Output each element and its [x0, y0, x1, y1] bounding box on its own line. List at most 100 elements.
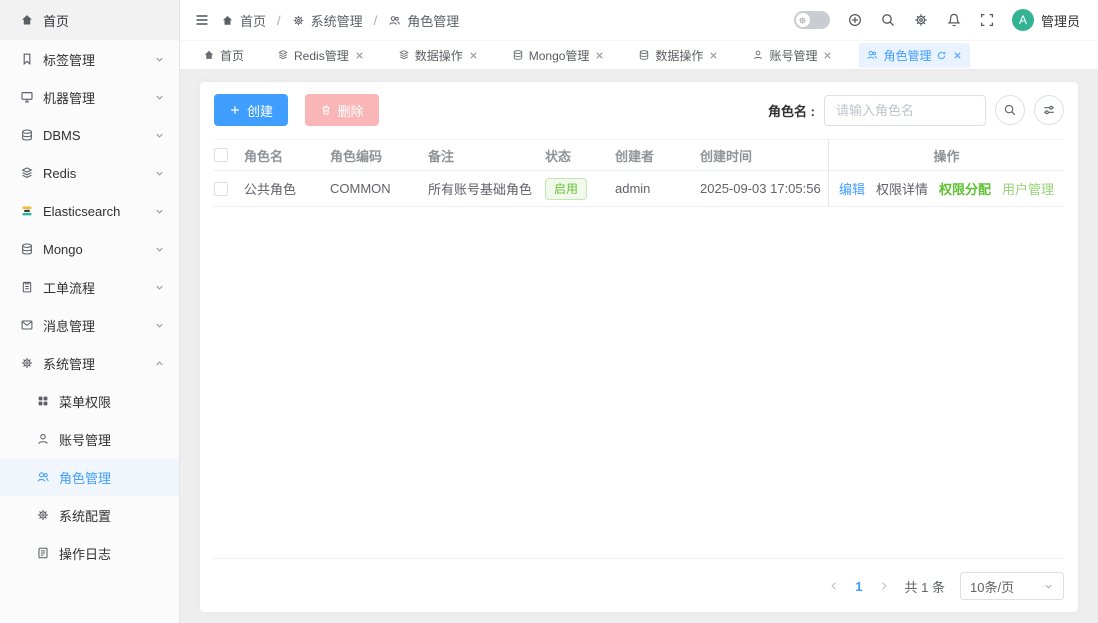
refresh-icon[interactable]: [936, 50, 947, 61]
tab-redis-mgmt[interactable]: Redis管理: [270, 43, 372, 68]
status-cell: 启用: [545, 171, 615, 206]
sidebar-item-home[interactable]: 首页: [0, 0, 179, 40]
sidebar-item-system[interactable]: 系统管理: [0, 344, 179, 382]
tab-roles[interactable]: 角色管理: [859, 42, 971, 68]
page-size-value: 10条/页: [970, 579, 1015, 595]
database-icon: [20, 128, 34, 142]
tab-mongo-mgmt[interactable]: Mongo管理: [505, 43, 613, 68]
permission-detail-link[interactable]: 权限详情: [876, 179, 928, 198]
search-group: 角色名 :: [768, 94, 1064, 126]
breadcrumb-label: 首页: [240, 13, 267, 29]
next-page-button[interactable]: [878, 580, 890, 592]
column-header: 备注: [428, 148, 455, 164]
close-icon[interactable]: [708, 50, 719, 61]
table-row: 公共角色 COMMON 所有账号基础角色 启用 admin 2025-09-03…: [214, 171, 1064, 207]
database-icon: [512, 49, 524, 61]
tab-label: 账号管理: [769, 48, 818, 63]
monitor-icon: [20, 90, 34, 104]
creator-cell: admin: [615, 181, 651, 196]
chevron-down-icon: [154, 168, 165, 179]
search-icon[interactable]: [880, 12, 896, 28]
theme-toggle[interactable]: [793, 11, 830, 29]
tab-accounts[interactable]: 账号管理: [745, 43, 840, 68]
page-number[interactable]: 1: [855, 579, 862, 594]
close-icon[interactable]: [952, 50, 963, 61]
fullscreen-icon[interactable]: [979, 12, 995, 28]
sidebar-item-label: 菜单权限: [59, 394, 112, 410]
sidebar-item-machines[interactable]: 机器管理: [0, 78, 179, 116]
edit-link[interactable]: 编辑: [839, 179, 865, 198]
sidebar-item-redis[interactable]: Redis: [0, 154, 179, 192]
database-icon: [638, 49, 650, 61]
prev-page-button[interactable]: [828, 580, 840, 592]
pagination: 1 共 1 条 10条/页: [214, 559, 1064, 600]
topbar: 首页 / 系统管理 / 角色管理 A 管理员: [180, 0, 1098, 40]
role-name-input[interactable]: [824, 94, 986, 126]
tab-mongo-data[interactable]: 数据操作: [631, 43, 726, 68]
search-icon: [1003, 103, 1017, 117]
select-all-checkbox[interactable]: [214, 148, 228, 162]
tab-home[interactable]: 首页: [196, 43, 251, 68]
close-icon[interactable]: [594, 50, 605, 61]
breadcrumb-label: 系统管理: [310, 13, 363, 29]
tabs-bar: 首页 Redis管理 数据操作 Mongo管理 数据操作 账号管理 角色管理: [180, 40, 1098, 70]
sidebar-item-elasticsearch[interactable]: Elasticsearch: [0, 192, 179, 230]
table-header-row: 角色名 角色编码 备注 状态 创建者 创建时间 操作: [214, 139, 1064, 171]
sidebar-item-workflow[interactable]: 工单流程: [0, 268, 179, 306]
sidebar-item-roles[interactable]: 角色管理: [0, 458, 179, 496]
chevron-down-icon: [154, 130, 165, 141]
breadcrumb-system[interactable]: 系统管理: [292, 11, 363, 30]
row-checkbox[interactable]: [214, 181, 228, 196]
user-menu[interactable]: A 管理员: [1011, 9, 1080, 31]
filter-button[interactable]: [1034, 95, 1064, 125]
column-header: 角色名: [244, 148, 284, 164]
tab-redis-data[interactable]: 数据操作: [391, 43, 486, 68]
chevron-left-icon: [828, 580, 840, 592]
permission-assign-link[interactable]: 权限分配: [939, 179, 991, 198]
sidebar-item-operation-logs[interactable]: 操作日志: [0, 534, 179, 572]
language-icon[interactable]: [847, 12, 863, 28]
close-icon[interactable]: [354, 50, 365, 61]
mail-icon: [20, 318, 34, 332]
theme-toggle-knob: [795, 13, 810, 27]
redis-icon: [398, 49, 410, 61]
tab-label: 首页: [220, 48, 245, 63]
sidebar-item-label: Elasticsearch: [43, 203, 121, 219]
create-button[interactable]: 创建: [214, 94, 289, 126]
sidebar-item-accounts[interactable]: 账号管理: [0, 420, 179, 458]
trash-icon: [320, 104, 332, 116]
search-button[interactable]: [995, 95, 1025, 125]
settings-icon[interactable]: [913, 12, 929, 28]
total-count: 共 1 条: [904, 579, 945, 595]
search-label: 角色名 :: [768, 103, 815, 119]
hamburger-icon[interactable]: [194, 12, 210, 28]
sidebar-item-tags[interactable]: 标签管理: [0, 40, 179, 78]
sidebar-item-dbms[interactable]: DBMS: [0, 116, 179, 154]
user-management-link[interactable]: 用户管理: [1002, 179, 1054, 198]
delete-button[interactable]: 删除: [304, 94, 379, 126]
username: 管理员: [1040, 13, 1080, 29]
status-badge: 启用: [545, 177, 588, 200]
close-icon[interactable]: [822, 50, 833, 61]
sidebar-item-label: 首页: [43, 13, 70, 29]
chevron-down-icon: [154, 54, 165, 65]
sidebar-item-messages[interactable]: 消息管理: [0, 306, 179, 344]
notification-bell-icon[interactable]: [946, 12, 962, 28]
sidebar-item-system-config[interactable]: 系统配置: [0, 496, 179, 534]
sidebar: 首页 标签管理 机器管理 DBMS Redis Elasticsearch Mo…: [0, 0, 180, 623]
page-size-select[interactable]: 10条/页: [960, 572, 1064, 600]
sidebar-item-label: Mongo: [43, 241, 83, 257]
tab-label: Redis管理: [294, 48, 349, 63]
column-header: 角色编码: [330, 148, 383, 164]
close-icon[interactable]: [468, 50, 479, 61]
sidebar-item-menu-permissions[interactable]: 菜单权限: [0, 382, 179, 420]
sidebar-item-label: 标签管理: [43, 52, 96, 68]
chevron-up-icon: [154, 358, 165, 369]
people-icon: [866, 49, 878, 61]
people-icon: [36, 470, 50, 484]
column-header: 创建时间: [700, 148, 753, 164]
sidebar-item-mongo[interactable]: Mongo: [0, 230, 179, 268]
sidebar-item-label: 机器管理: [43, 90, 96, 106]
column-header: 操作: [828, 140, 1064, 170]
breadcrumb-home[interactable]: 首页: [221, 11, 266, 30]
